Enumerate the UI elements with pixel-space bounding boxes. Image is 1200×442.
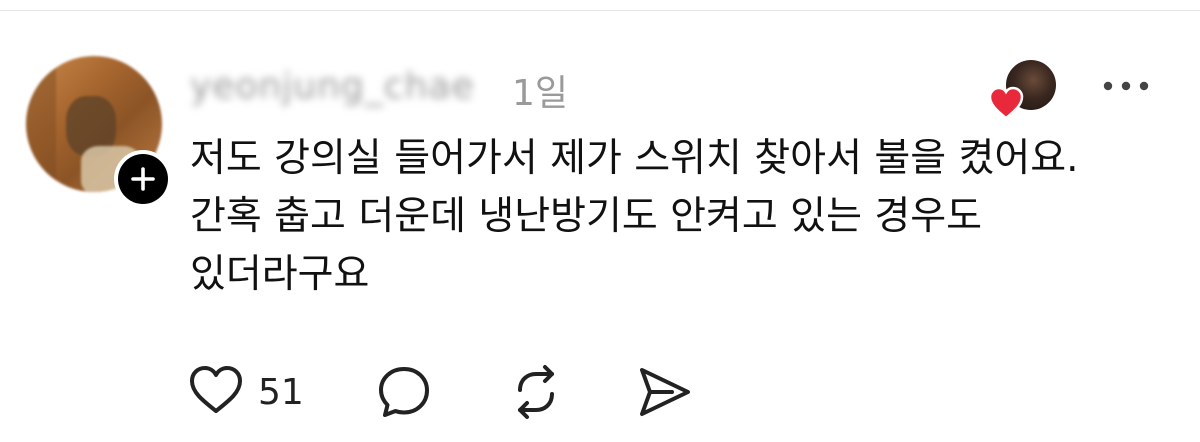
plus-icon	[131, 167, 155, 191]
like-count: 51	[258, 372, 304, 413]
comment-line: 있더라구요	[190, 252, 370, 297]
timestamp: 1일	[512, 73, 569, 114]
repost-button[interactable]	[508, 364, 564, 420]
more-horizontal-icon[interactable]	[1102, 78, 1150, 94]
like-button[interactable]	[188, 364, 244, 416]
speech-bubble-icon	[379, 367, 429, 417]
share-button[interactable]	[636, 364, 694, 420]
reply-button[interactable]	[376, 364, 432, 420]
heart-outline-icon	[190, 366, 242, 413]
comment-line: 간혹 춥고 더운데 냉난방기도 안켜고 있는 경우도	[190, 194, 982, 239]
comment-line: 저도 강의실 들어가서 제가 스위치 찾아서 불을 켰어요.	[190, 136, 1079, 181]
follow-button[interactable]	[114, 150, 172, 208]
username[interactable]: yeonjung_chae	[190, 66, 475, 107]
repost-icon	[518, 365, 554, 419]
comment-text: 저도 강의실 들어가서 제가 스위치 찾아서 불을 켰어요. 간혹 춥고 더운데…	[190, 130, 1170, 304]
heart-icon	[988, 86, 1024, 120]
send-icon	[640, 368, 690, 416]
top-divider	[0, 10, 1200, 11]
